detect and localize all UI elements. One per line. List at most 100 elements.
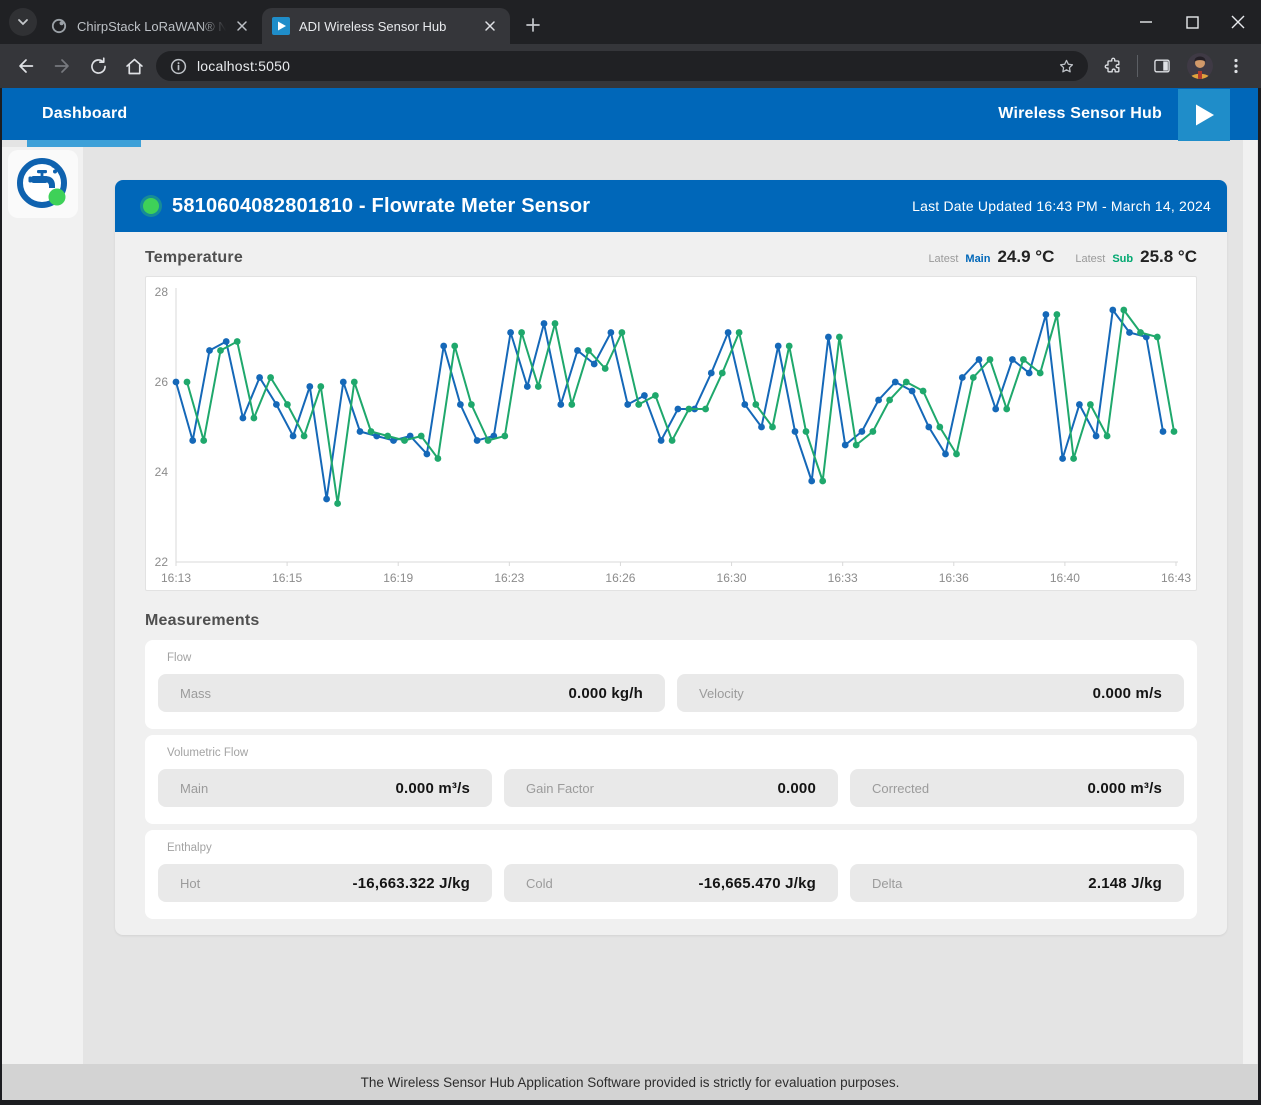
measurement-value: 0.000 kg/h [568,685,643,702]
group-label: Enthalpy [167,842,1175,854]
nav-dashboard-link[interactable]: Dashboard [42,105,127,123]
svg-text:16:30: 16:30 [717,571,747,585]
temperature-section-title: Temperature [145,249,928,267]
toolbar-separator [1137,55,1138,77]
tab-title: ADI Wireless Sensor Hub [299,19,474,34]
measurement-volumetric-main: Main 0.000 m³/s [158,769,492,807]
measurement-value: 0.000 [777,780,816,797]
svg-text:16:33: 16:33 [828,571,858,585]
browser-titlebar: ChirpStack LoRaWAN® Networ ADI Wireless … [0,0,1261,44]
svg-text:24: 24 [155,465,169,479]
latest-label: Latest [1075,253,1105,265]
extensions-icon[interactable] [1097,50,1129,82]
svg-text:26: 26 [155,375,169,389]
dashboard-active-indicator [27,140,141,147]
latest-main-value: 24.9 °C [997,247,1054,267]
measurement-group-flow: Flow Mass 0.000 kg/h Velocity 0.000 m/s [145,640,1197,729]
tab-chirpstack[interactable]: ChirpStack LoRaWAN® Networ [40,8,262,44]
svg-text:16:19: 16:19 [383,571,413,585]
tab-search-button[interactable] [9,8,37,36]
app-name: Wireless Sensor Hub [998,105,1162,123]
avatar[interactable] [1184,50,1216,82]
measurement-gain-factor: Gain Factor 0.000 [504,769,838,807]
measurement-hot: Hot -16,663.322 J/kg [158,864,492,902]
latest-label: Latest [928,253,958,265]
measurement-label: Cold [526,876,553,891]
window-maximize-button[interactable] [1169,0,1215,44]
measurements-section-title: Measurements [145,612,259,629]
measurement-delta: Delta 2.148 J/kg [850,864,1184,902]
browser-toolbar: localhost:5050 [0,44,1261,88]
page-scrollbar[interactable] [1243,140,1257,1064]
tab-title: ChirpStack LoRaWAN® Networ [77,19,226,34]
measurement-velocity: Velocity 0.000 m/s [677,674,1184,712]
svg-text:16:40: 16:40 [1050,571,1080,585]
side-panel-icon[interactable] [1146,50,1178,82]
measurement-label: Mass [180,686,211,701]
measurement-mass: Mass 0.000 kg/h [158,674,665,712]
page: Dashboard Wireless Sensor Hub [2,88,1258,1100]
latest-sub-value: 25.8 °C [1140,247,1197,267]
latest-readings: Latest Main 24.9 °C Latest Sub 25.8 °C [928,247,1197,267]
measurement-label: Main [180,781,208,796]
measurement-label: Hot [180,876,200,891]
device-card-header: 5810604082801810 - Flowrate Meter Sensor… [115,180,1227,232]
svg-text:16:13: 16:13 [161,571,191,585]
sidebar [2,147,83,1064]
measurement-corrected: Corrected 0.000 m³/s [850,769,1184,807]
adi-play-favicon-icon [272,17,290,35]
sidebar-item-flowrate-sensor[interactable] [8,150,78,218]
measurement-value: -16,665.470 J/kg [699,875,816,892]
flowrate-sensor-icon [15,156,71,212]
chevron-down-icon [15,14,31,30]
measurement-value: 0.000 m³/s [395,780,470,797]
measurement-group-volumetric-flow: Volumetric Flow Main 0.000 m³/s Gain Fac… [145,735,1197,824]
svg-text:16:23: 16:23 [494,571,524,585]
menu-kebab-icon[interactable] [1220,50,1252,82]
window-close-button[interactable] [1215,0,1261,44]
play-triangle-icon [1189,100,1219,130]
back-button[interactable] [8,48,44,84]
svg-text:22: 22 [155,555,169,569]
app-navbar: Dashboard Wireless Sensor Hub [2,88,1258,140]
bookmark-star-icon[interactable] [1050,50,1082,82]
evaluation-footer: The Wireless Sensor Hub Application Soft… [2,1064,1258,1100]
url-text[interactable]: localhost:5050 [197,58,290,74]
measurement-label: Velocity [699,686,744,701]
measurement-cold: Cold -16,665.470 J/kg [504,864,838,902]
measurement-value: 0.000 m³/s [1087,780,1162,797]
window-minimize-button[interactable] [1123,0,1169,44]
device-card: 5810604082801810 - Flowrate Meter Sensor… [115,180,1227,935]
svg-text:16:43: 16:43 [1161,571,1191,585]
measurement-label: Gain Factor [526,781,594,796]
latest-main-label: Main [965,253,990,265]
device-title: 5810604082801810 - Flowrate Meter Sensor [172,195,590,218]
site-info-icon[interactable] [170,58,187,75]
tab-close-icon[interactable] [232,16,252,36]
group-label: Volumetric Flow [167,747,1175,759]
forward-button[interactable] [44,48,80,84]
window-controls [1123,0,1261,44]
adi-logo[interactable] [1178,89,1230,141]
measurement-group-enthalpy: Enthalpy Hot -16,663.322 J/kg Cold -16,6… [145,830,1197,919]
measurement-value: -16,663.322 J/kg [353,875,470,892]
svg-text:16:36: 16:36 [939,571,969,585]
new-tab-button[interactable] [518,10,548,40]
svg-text:16:15: 16:15 [272,571,302,585]
latest-sub-label: Sub [1112,253,1133,265]
svg-text:16:26: 16:26 [605,571,635,585]
last-updated-text: Last Date Updated 16:43 PM - March 14, 2… [912,198,1211,214]
footer-text: The Wireless Sensor Hub Application Soft… [361,1075,900,1090]
measurement-value: 0.000 m/s [1093,685,1162,702]
temperature-chart[interactable]: 2224262816:1316:1516:1916:2316:2616:3016… [145,276,1197,591]
home-button[interactable] [116,48,152,84]
group-label: Flow [167,652,1175,664]
reload-button[interactable] [80,48,116,84]
tab-adi-wireless-sensor-hub[interactable]: ADI Wireless Sensor Hub [262,8,510,44]
online-status-dot [143,198,159,214]
measurement-value: 2.148 J/kg [1088,875,1162,892]
measurement-label: Corrected [872,781,929,796]
measurement-label: Delta [872,876,902,891]
tab-close-icon[interactable] [480,16,500,36]
address-bar[interactable]: localhost:5050 [156,51,1088,81]
